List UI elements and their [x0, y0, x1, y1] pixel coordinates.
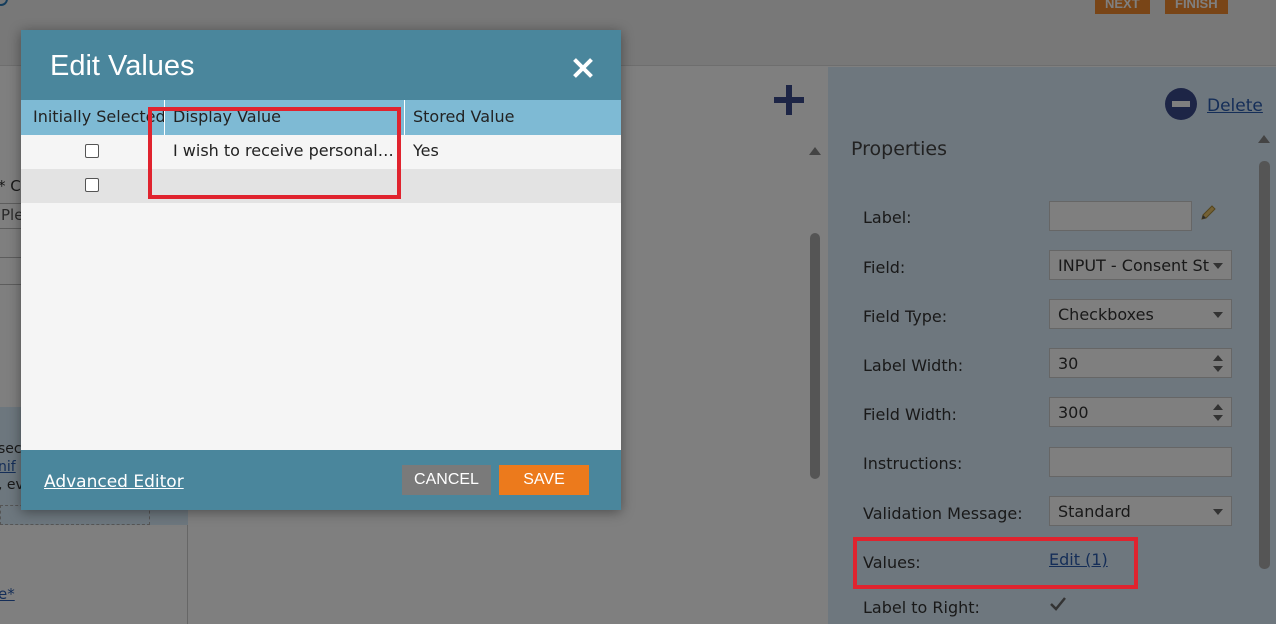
dialog-header: Edit Values: [21, 30, 621, 100]
column-header-stored-value[interactable]: Stored Value: [405, 100, 621, 135]
save-button[interactable]: SAVE: [499, 465, 589, 495]
cancel-button[interactable]: CANCEL: [402, 465, 491, 495]
close-icon[interactable]: [573, 58, 593, 78]
stored-value-cell[interactable]: Yes: [405, 135, 621, 169]
highlight-box-display-value: [148, 107, 401, 199]
column-header-initially-selected[interactable]: Initially Selected: [21, 100, 165, 135]
stored-value-cell[interactable]: [405, 169, 621, 203]
initially-selected-checkbox[interactable]: [85, 178, 99, 192]
dialog-title: Edit Values: [50, 50, 195, 82]
initially-selected-checkbox[interactable]: [85, 144, 99, 158]
advanced-editor-link[interactable]: Advanced Editor: [44, 472, 184, 492]
edit-values-dialog: Edit Values Initially Selected Display V…: [21, 30, 621, 510]
dialog-footer: Advanced Editor CANCEL SAVE: [21, 450, 621, 510]
highlight-box-values: [853, 537, 1138, 589]
